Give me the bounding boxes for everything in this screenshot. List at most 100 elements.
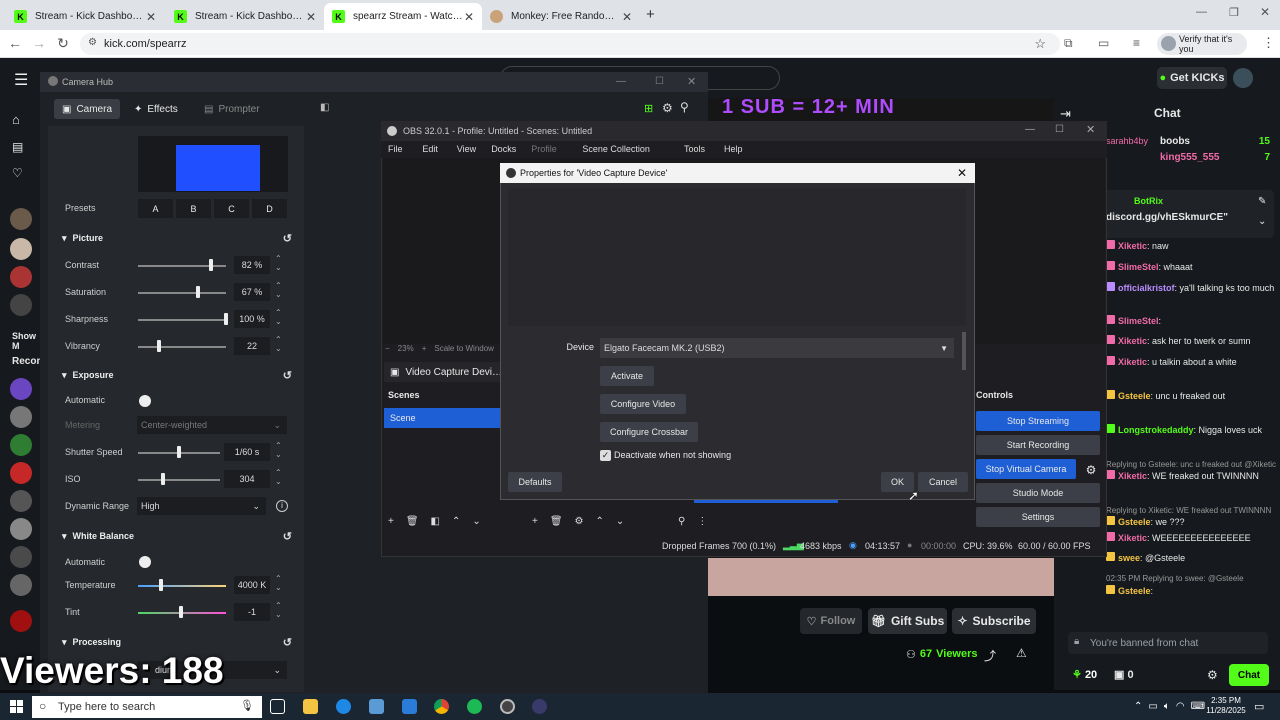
taskbar-clock[interactable]: 2:35 PM 11/28/2025 [1206,696,1246,716]
hamburger-menu-icon[interactable]: ☰ [14,70,28,90]
iso-slider[interactable] [138,479,220,481]
preset-button[interactable]: A [138,199,173,218]
chat-username[interactable]: Longstrokedaddy [1118,425,1194,435]
store-icon[interactable] [369,699,384,714]
configure-video-button[interactable]: Configure Video [600,394,686,414]
chevron-down-icon[interactable]: ⌄ [1258,216,1266,227]
report-icon[interactable]: ⚠ [1016,646,1027,660]
home-icon[interactable]: ⌂ [12,112,20,127]
chat-username[interactable]: swee [1118,553,1140,563]
browser-tab[interactable]: K Stream - Kick Dashboard ✕ [166,3,324,30]
trash-icon[interactable]: 🗑︎ [550,516,563,527]
picture-contrast-value[interactable]: 82 % [234,256,270,274]
close-icon[interactable]: ✕ [957,166,967,180]
obs-taskbar-icon[interactable] [500,699,515,714]
stepper-icon[interactable]: ⌃ ⌄ [275,308,282,326]
channel-avatar[interactable] [10,406,32,428]
maximize-icon[interactable]: ☐ [655,76,664,87]
slider-handle[interactable] [159,579,163,591]
shutter-speed-value[interactable]: 1/60 s [224,443,270,461]
chat-username[interactable]: Gsteele [1118,517,1151,527]
obs-menu-tools[interactable]: Tools [684,144,705,154]
chat-username[interactable]: Xiketic [1118,336,1147,346]
move-up-icon[interactable]: ⌃ [452,516,460,527]
close-icon[interactable]: ✕ [687,75,696,88]
obs-menu-file[interactable]: File [388,144,403,154]
show-more-link[interactable]: Show M [12,331,40,351]
chat-username[interactable]: Xiketic [1118,357,1147,367]
device-select[interactable]: Elgato Facecam MK.2 (USB2) ▼ [600,338,954,358]
verify-button[interactable]: Verify that it's you [1157,33,1247,55]
minimize-icon[interactable]: — [1196,6,1207,18]
channel-avatar[interactable] [10,434,32,456]
move-up-icon[interactable]: ⌃ [596,516,604,527]
obs-menu-scene-collection[interactable]: Scene Collection [582,144,650,154]
keyboard-icon[interactable]: ⌨ [1191,701,1205,712]
collapse-chat-icon[interactable]: ⇥ [1060,106,1071,122]
obs-menu-docks[interactable]: Docks [491,144,516,154]
close-icon[interactable]: ✕ [1086,123,1095,136]
control-studio-mode-button[interactable]: Studio Mode [976,483,1100,503]
metering-select[interactable]: Center-weighted ⌄ [137,416,287,434]
network-icon[interactable]: ▭ [1148,701,1157,712]
bookmark-star-icon[interactable]: ☆ [1034,36,1046,52]
chat-username[interactable]: Gsteele [1118,586,1151,596]
task-view-icon[interactable] [270,699,285,714]
tab-effects[interactable]: ✦ Effects [134,99,194,119]
temperature-value[interactable]: 4000 K [234,576,270,594]
notifications-icon[interactable]: ▭ [1254,700,1264,713]
tab-camera[interactable]: ▣ Camera [54,99,120,119]
exposure-section-header[interactable]: ▾ Exposure ↺ [48,365,304,385]
virtual-camera-settings-icon[interactable]: ⚙ [1081,460,1101,480]
slider-handle[interactable] [161,473,165,485]
slider-handle[interactable] [196,286,200,298]
iso-value[interactable]: 304 [224,470,270,488]
channel-avatar[interactable] [10,294,32,316]
maximize-icon[interactable]: ❐ [1229,6,1239,19]
edge-icon[interactable] [336,699,351,714]
trash-icon[interactable]: 🗑︎ [406,516,419,527]
picture-saturation-slider[interactable] [138,292,226,294]
obs-menu-edit[interactable]: Edit [422,144,438,154]
browser-tab-active[interactable]: Kspearrz Stream - Watch Live on✕ [324,3,482,30]
deactivate-checkbox[interactable]: ✓ [600,450,611,461]
channel-avatar[interactable] [10,490,32,512]
site-info-icon[interactable]: ⚙ [88,37,97,48]
channel-avatar[interactable] [10,518,32,540]
chat-username[interactable]: officialkristof [1118,283,1175,293]
control-stop-streaming-button[interactable]: Stop Streaming [976,411,1100,431]
spotify-icon[interactable] [467,699,482,714]
channel-avatar[interactable] [10,378,32,400]
picture-vibrancy-slider[interactable] [138,346,226,348]
close-tab-icon[interactable]: ✕ [146,10,156,24]
stepper-icon[interactable]: ⌃ ⌄ [275,335,282,353]
stepper-icon[interactable]: ⌃ ⌄ [275,574,282,592]
channel-avatar[interactable] [10,462,32,484]
chat-username[interactable]: SlimeStel [1118,316,1159,326]
channel-avatar[interactable] [10,266,32,288]
chat-username[interactable]: Xiketic [1118,471,1147,481]
browser-tab[interactable]: Monkey: Free Random Video C✕ [482,3,640,30]
reset-icon[interactable]: ↺ [283,636,292,649]
slider-handle[interactable] [209,259,213,271]
info-icon[interactable]: i [276,500,288,512]
gift-subs-button[interactable]: 🎁︎ Gift Subs [868,608,947,634]
chrome-icon[interactable] [434,699,449,714]
user-avatar[interactable] [1233,68,1253,88]
temperature-slider[interactable] [138,585,226,587]
grid-icon[interactable]: ⊞ [644,102,653,115]
scene-list-item[interactable]: Scene [384,408,500,428]
control-start-recording-button[interactable]: Start Recording [976,435,1100,455]
maximize-icon[interactable]: ☐ [1055,124,1064,135]
add-icon[interactable]: + [532,516,538,527]
scrollbar[interactable] [962,332,966,370]
picture-vibrancy-value[interactable]: 22 [234,337,270,355]
tab-prompter[interactable]: ▤ Prompter [204,99,274,119]
stepper-icon[interactable]: ⌃ ⌄ [275,281,282,299]
auto-white-balance-toggle[interactable] [139,556,151,568]
add-icon[interactable]: + [388,516,394,527]
send-chat-button[interactable]: Chat [1229,664,1269,686]
obs-menu-view[interactable]: View [457,144,476,154]
close-tab-icon[interactable]: ✕ [622,10,632,24]
zoom-in-icon[interactable]: + [422,344,427,358]
